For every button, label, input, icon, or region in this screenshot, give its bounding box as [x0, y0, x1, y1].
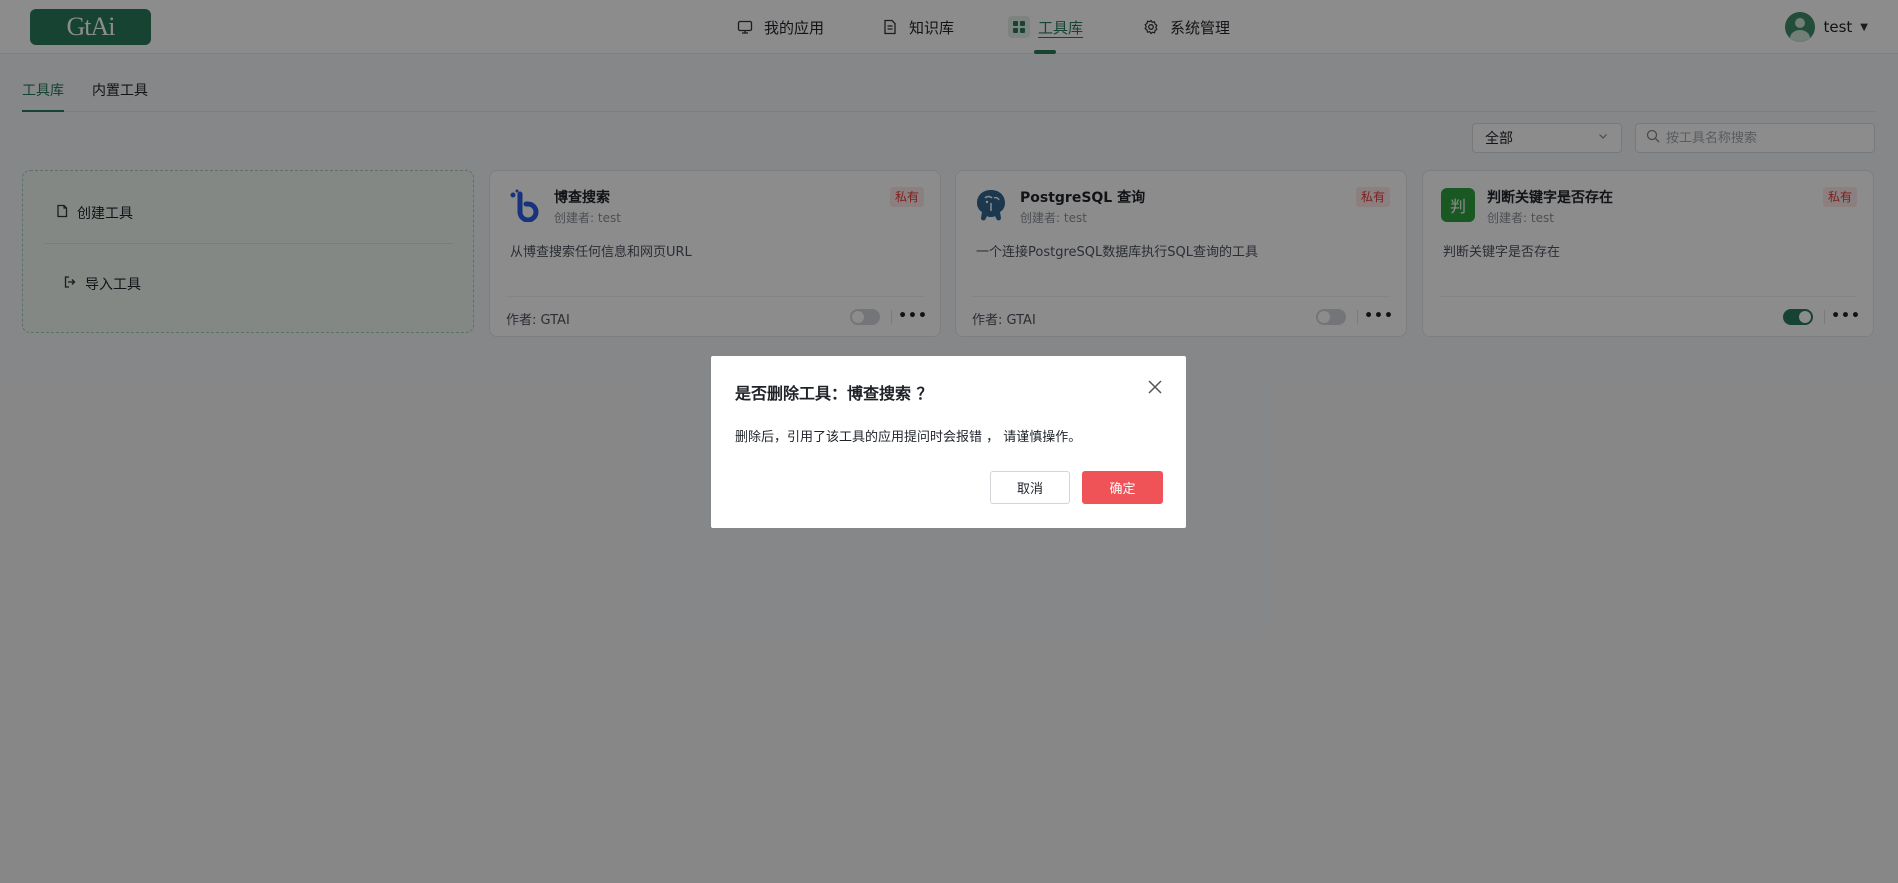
confirm-button[interactable]: 确定	[1082, 471, 1163, 504]
close-icon[interactable]	[1146, 378, 1164, 396]
cancel-button[interactable]: 取消	[990, 471, 1070, 504]
dialog-title: 是否删除工具：博查搜索 ？	[735, 384, 933, 403]
delete-confirm-dialog: 是否删除工具：博查搜索 ？ 删除后，引用了该工具的应用提问时会报错 ， 请谨慎操…	[711, 356, 1186, 528]
dialog-message: 删除后，引用了该工具的应用提问时会报错 ， 请谨慎操作。	[735, 430, 1082, 445]
